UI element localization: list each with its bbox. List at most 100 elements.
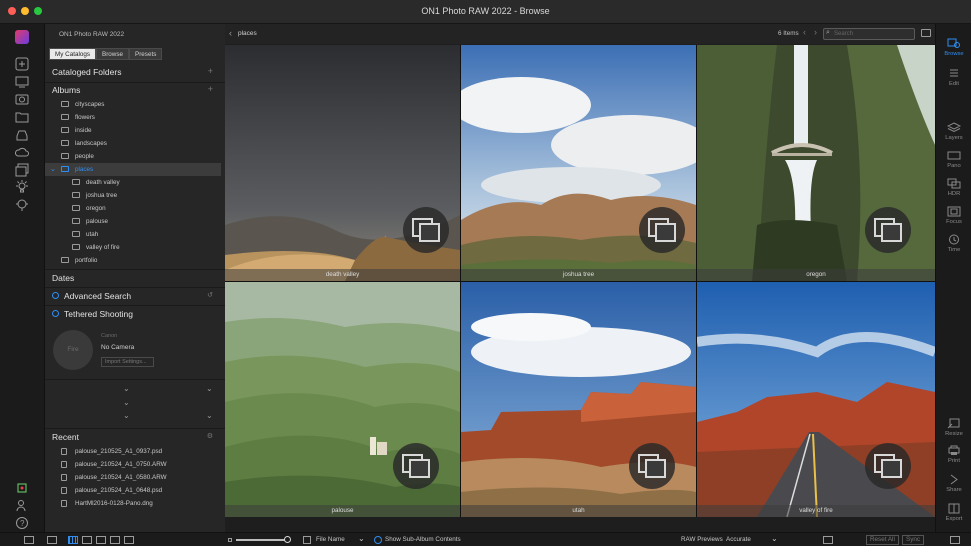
reset-icon[interactable]: ↺ [207,291,213,299]
photo-tile[interactable]: palouse [225,282,460,517]
lightbulb-outline-icon[interactable] [13,198,31,216]
sub-album-toggle[interactable] [374,536,382,544]
computer-icon[interactable] [13,75,31,93]
sub-album-item[interactable]: death valley [45,176,221,189]
module-hdr[interactable]: HDR [936,178,971,197]
tab-my-catalogs[interactable]: My Catalogs [49,48,96,60]
module-browse[interactable]: Browse [936,38,971,57]
filmstrip-view-icon[interactable] [96,536,106,544]
sub-album-item[interactable]: joshua tree [45,189,221,202]
chevron-down-icon[interactable]: ⌄ [123,398,130,407]
sub-album-item[interactable]: valley of fire [45,241,221,254]
tab-browse[interactable]: Browse [96,48,129,60]
cloud-icon[interactable] [13,145,31,163]
add-icon[interactable] [13,57,31,75]
sub-album-item[interactable]: utah [45,228,221,241]
sort-checkbox[interactable] [303,536,311,544]
detail-view-icon[interactable] [82,536,92,544]
recent-item[interactable]: HartMl2016-0128-Pano.dng [45,497,221,510]
albums-header[interactable]: Albums + [45,82,225,98]
sort-label[interactable]: File Name [316,536,345,543]
add-album-icon[interactable]: + [208,84,213,94]
module-time[interactable]: Time [936,234,971,253]
next-icon[interactable]: › [814,27,817,37]
module-share[interactable]: Share [936,474,971,493]
stack-icon[interactable] [629,443,675,489]
module-focus[interactable]: Focus [936,206,971,225]
reset-all-button[interactable]: Reset All [866,535,899,545]
album-item[interactable]: inside [45,124,221,137]
user-icon[interactable] [13,499,31,517]
photo-tile[interactable]: valley of fire [697,282,935,517]
photo-tile[interactable]: joshua tree [461,45,696,281]
tethered-shooting-header[interactable]: Tethered Shooting [45,306,225,322]
module-print[interactable]: Print [936,445,971,464]
sidebar-toggle-icon[interactable] [24,536,34,544]
module-resize[interactable]: Resize [936,418,971,437]
filmstrip-icon[interactable] [47,536,57,544]
module-export[interactable]: Export [936,503,971,522]
back-icon[interactable]: ‹ [229,28,232,38]
right-panel-toggle-icon[interactable] [950,536,960,544]
dates-header[interactable]: Dates [45,270,225,286]
album-item[interactable]: portfolio [45,254,221,267]
map-view-icon[interactable] [124,536,134,544]
raw-previews-select[interactable]: Accurate [726,536,751,543]
breadcrumb[interactable]: places [238,30,257,37]
camera-icon[interactable] [13,92,31,110]
recent-item[interactable]: palouse_210524_A1_0648.psd [45,484,221,497]
album-item[interactable]: flowers [45,111,221,124]
thumbnail-size-slider[interactable] [236,536,291,543]
recent-item[interactable]: palouse_210524_A1_0750.ARW [45,458,221,471]
sub-album-item[interactable]: oregon [45,202,221,215]
sub-album-item[interactable]: palouse [45,215,221,228]
light-bulb-icon[interactable] [13,180,31,198]
tethered-shooting-toggle[interactable] [52,310,59,317]
recent-item[interactable]: palouse_210524_A1_0580.ARW [45,471,221,484]
recent-item[interactable]: palouse_210525_A1_0937.psd [45,445,221,458]
chevron-down-icon[interactable]: ⌄ [206,411,213,420]
prev-icon[interactable]: ‹ [803,27,806,37]
stack-icon[interactable] [639,207,685,253]
gear-icon[interactable]: ⚙ [207,432,213,440]
extras-icon[interactable] [13,481,31,499]
stack-icon[interactable] [865,443,911,489]
folder-icon[interactable] [13,110,31,128]
chevron-down-icon[interactable]: ⌄ [358,534,365,543]
chevron-down-icon[interactable]: ⌄ [771,534,778,543]
photo-tile[interactable]: oregon [697,45,935,281]
album-item-places[interactable]: ⌄ places [45,163,221,176]
album-item[interactable]: cityscapes [45,98,221,111]
recent-header[interactable]: Recent ⚙ [45,429,225,445]
module-edit[interactable]: Edit [936,68,971,87]
advanced-search-header[interactable]: Advanced Search ↺ [45,288,225,304]
sync-button[interactable]: Sync [902,535,924,545]
drive-icon[interactable] [13,128,31,146]
module-pano[interactable]: Pano [936,150,971,169]
chevron-down-icon[interactable]: ⌄ [123,411,130,420]
compare-view-icon[interactable] [110,536,120,544]
cataloged-folders-header[interactable]: Cataloged Folders + [45,64,225,80]
slider-thumb[interactable] [284,536,291,543]
compare-icon[interactable] [823,536,833,544]
photo-tile[interactable]: death valley [225,45,460,281]
stack-icon[interactable] [865,207,911,253]
chevron-down-icon[interactable]: ⌄ [123,384,130,393]
advanced-search-toggle[interactable] [52,292,59,299]
grid-view-icon[interactable] [68,536,78,544]
album-item[interactable]: people [45,150,221,163]
add-folder-icon[interactable]: + [208,66,213,76]
panel-toggle-icon[interactable] [921,29,931,37]
import-settings-button[interactable]: Import Settings... [101,357,154,367]
album-item[interactable]: landscapes [45,137,221,150]
chevron-down-icon[interactable]: ⌄ [50,165,56,173]
photo-tile[interactable]: utah [461,282,696,517]
albums-icon[interactable] [13,163,31,181]
fire-button[interactable]: Fire [53,330,93,370]
search-field[interactable]: ⌕ Search [823,28,915,40]
tab-presets[interactable]: Presets [129,48,163,60]
stack-icon[interactable] [403,207,449,253]
module-layers[interactable]: Layers [936,122,971,141]
stack-icon[interactable] [393,443,439,489]
chevron-down-icon[interactable]: ⌄ [206,384,213,393]
